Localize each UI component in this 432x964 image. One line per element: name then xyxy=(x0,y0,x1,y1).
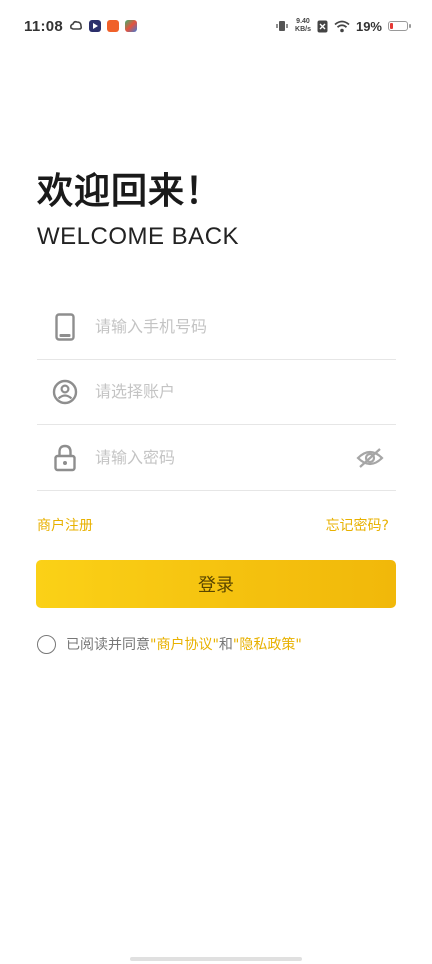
login-button[interactable]: 登录 xyxy=(36,560,396,608)
battery-level-fill xyxy=(390,23,393,29)
merchant-agreement-link[interactable]: "商户协议" xyxy=(150,634,219,654)
status-bar-left: 11:08 xyxy=(24,17,138,35)
register-link[interactable]: 商户注册 xyxy=(37,515,93,535)
account-field-row xyxy=(37,359,396,425)
battery-percent: 19% xyxy=(355,18,382,34)
network-speed-unit: KB/s xyxy=(295,26,311,33)
sim-off-icon xyxy=(317,20,328,32)
status-bar: 11:08 9.40 KB/s 19% xyxy=(0,0,432,52)
agreement-radio[interactable] xyxy=(37,634,56,654)
game-app-icon xyxy=(125,20,138,32)
user-circle-icon xyxy=(37,372,93,412)
password-input[interactable] xyxy=(95,437,350,478)
home-indicator[interactable] xyxy=(130,957,302,961)
phone-icon xyxy=(37,307,93,347)
account-select[interactable] xyxy=(95,371,396,412)
eye-off-icon xyxy=(356,447,384,468)
agreement-prefix: 已阅读并同意 xyxy=(66,637,150,653)
orange-app-icon xyxy=(107,20,120,32)
privacy-policy-link[interactable]: "隐私政策" xyxy=(233,634,302,654)
agreement-row: 已阅读并同意 "商户协议" 和 "隐私政策" xyxy=(37,632,302,656)
lock-icon xyxy=(37,438,93,478)
agreement-conjunction: 和 xyxy=(218,637,233,653)
network-speed-value: 9.40 xyxy=(296,18,310,25)
status-time: 11:08 xyxy=(24,17,64,35)
phone-field-row xyxy=(37,294,396,360)
vibrate-icon xyxy=(276,21,288,31)
page-title: 欢迎回来！ xyxy=(37,171,223,212)
network-speed: 9.40 KB/s xyxy=(295,18,311,34)
status-bar-right: 9.40 KB/s 19% xyxy=(275,18,411,34)
wifi-icon xyxy=(334,20,350,32)
page-subtitle: WELCOME BACK xyxy=(37,223,240,250)
cloud-app-icon xyxy=(70,20,83,30)
login-screen: 11:08 9.40 KB/s 19% 欢迎回来！ WELCOME BACK 请… xyxy=(0,0,432,964)
forgot-password-link[interactable]: 忘记密码? xyxy=(326,515,389,535)
password-field-row xyxy=(37,425,396,491)
phone-input[interactable] xyxy=(95,306,396,347)
battery-icon xyxy=(388,21,411,31)
video-app-icon xyxy=(89,20,102,32)
toggle-password-visibility-button[interactable] xyxy=(350,438,390,478)
